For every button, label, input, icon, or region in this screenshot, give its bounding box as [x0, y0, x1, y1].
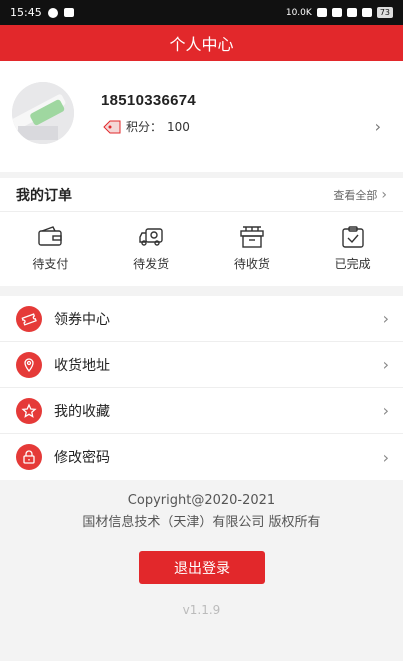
- view-all-orders-link[interactable]: 查看全部 ›: [333, 187, 387, 203]
- points-row: 积分： 100: [103, 118, 190, 135]
- copyright-block: Copyright@2020-2021 国材信息技术（天津）有限公司 版权所有: [0, 490, 403, 534]
- signal-icon-2: [361, 8, 372, 17]
- network-speed: 10.0K: [285, 7, 312, 18]
- order-status-label: 待发货: [133, 257, 170, 271]
- user-phone: 18510336674: [101, 92, 197, 109]
- chevron-right-icon[interactable]: ›: [375, 117, 381, 136]
- points-value: 100: [167, 119, 190, 134]
- star-icon: [16, 397, 42, 424]
- package-icon: [240, 226, 264, 248]
- order-status-pending-payment[interactable]: 待支付: [0, 212, 101, 285]
- wallet-icon: [38, 226, 63, 246]
- chevron-right-icon: ›: [382, 355, 389, 374]
- menu-item-favorites[interactable]: 我的收藏 ›: [0, 388, 403, 434]
- notification-badge-icon: [47, 7, 58, 18]
- order-status-pending-receipt[interactable]: 待收货: [202, 212, 303, 285]
- points-tag-icon: [103, 120, 121, 133]
- view-all-label: 查看全部: [333, 188, 378, 202]
- order-status-label: 待收货: [233, 257, 270, 271]
- orders-section: 我的订单 查看全部 › 待支付 待发货 待收货 已完成: [0, 178, 403, 286]
- alarm-icon: [316, 8, 327, 17]
- menu-list: 领券中心 › 收货地址 › 我的收藏 › 修改密码 ›: [0, 296, 403, 480]
- company-line: 国材信息技术（天津）有限公司 版权所有: [82, 515, 321, 530]
- avatar[interactable]: [12, 82, 74, 144]
- points-label: 积分：: [126, 120, 163, 134]
- chevron-right-icon: ›: [382, 447, 389, 467]
- location-icon: [16, 351, 42, 378]
- lock-icon: [16, 444, 42, 470]
- menu-item-coupon-center[interactable]: 领券中心 ›: [0, 296, 403, 342]
- copyright-line: Copyright@2020-2021: [127, 493, 276, 508]
- truck-icon: [139, 228, 163, 246]
- app-version: v1.1.9: [182, 603, 221, 617]
- clipboard-check-icon: [341, 226, 364, 248]
- menu-item-label: 领券中心: [54, 311, 110, 328]
- android-icon: [63, 8, 74, 17]
- order-status-completed[interactable]: 已完成: [302, 212, 403, 285]
- profile-card[interactable]: 18510336674 积分： 100 ›: [0, 61, 403, 172]
- orders-header: 我的订单 查看全部 ›: [0, 178, 403, 212]
- chevron-right-icon: ›: [381, 186, 387, 203]
- chevron-right-icon: ›: [382, 309, 389, 328]
- menu-item-label: 修改密码: [54, 450, 110, 466]
- page-title: 个人中心: [169, 35, 234, 54]
- menu-item-change-password[interactable]: 修改密码 ›: [0, 434, 403, 480]
- ticket-icon: [16, 305, 42, 332]
- order-status-label: 已完成: [334, 257, 371, 271]
- status-bar: 15:45 10.0K 73: [0, 0, 403, 25]
- status-time: 15:45: [10, 6, 42, 19]
- battery-icon: 73: [376, 7, 393, 18]
- orders-title: 我的订单: [16, 187, 72, 204]
- order-status-pending-shipment[interactable]: 待发货: [101, 212, 202, 285]
- menu-item-shipping-address[interactable]: 收货地址 ›: [0, 342, 403, 388]
- menu-item-label: 我的收藏: [54, 403, 110, 420]
- menu-item-label: 收货地址: [54, 357, 110, 374]
- signal-icon: [346, 8, 357, 17]
- page-header: 个人中心: [0, 25, 403, 61]
- wifi-icon: [331, 8, 342, 17]
- logout-button[interactable]: 退出登录: [139, 551, 265, 584]
- chevron-right-icon: ›: [382, 401, 389, 420]
- order-status-label: 待支付: [32, 257, 69, 271]
